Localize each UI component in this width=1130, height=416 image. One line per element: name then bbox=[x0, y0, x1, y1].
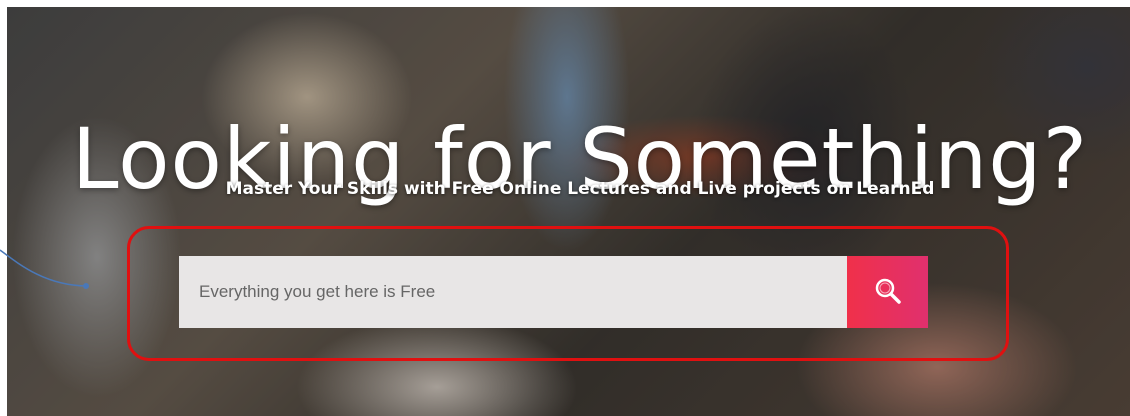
search-icon bbox=[874, 277, 902, 308]
search-bar bbox=[179, 256, 928, 328]
annotation-arrow bbox=[0, 249, 89, 289]
search-input[interactable] bbox=[179, 256, 847, 328]
search-button[interactable] bbox=[847, 256, 928, 328]
hero-subline: Master Your Skills with Free Online Lect… bbox=[225, 179, 935, 199]
